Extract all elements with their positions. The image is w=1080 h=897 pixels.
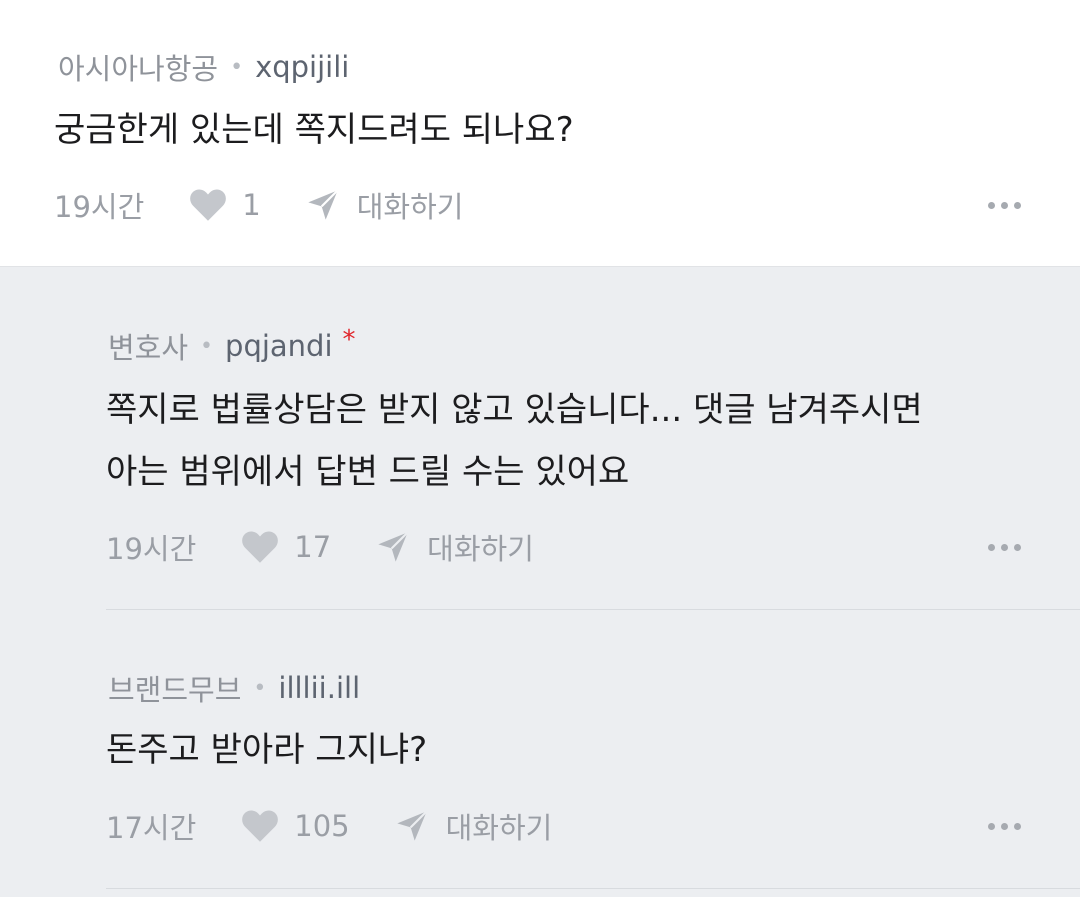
reply-text-line: 쪽지로 법률상담은 받지 않고 있습니다... 댓글 남겨주시면 bbox=[106, 390, 923, 430]
comment-text: 궁금한게 있는데 쪽지드려도 되나요? bbox=[54, 110, 574, 150]
heart-icon bbox=[242, 531, 279, 563]
reply-button[interactable]: 대화하기 bbox=[377, 526, 534, 568]
separator-dot: • bbox=[230, 54, 244, 80]
heart-icon bbox=[190, 189, 227, 221]
comment-author-line: 아시아나항공 • xqpijili bbox=[58, 46, 349, 88]
heart-icon bbox=[242, 810, 279, 842]
reply-text-line: 아는 범위에서 답변 드릴 수는 있어요 bbox=[106, 452, 630, 492]
author-title[interactable]: 브랜드무브 bbox=[108, 667, 241, 709]
separator-dot: • bbox=[253, 675, 267, 701]
like-button[interactable]: 1 bbox=[190, 188, 261, 222]
more-dots-icon bbox=[988, 823, 995, 830]
divider bbox=[106, 609, 1080, 610]
reply-label: 대화하기 bbox=[427, 532, 534, 566]
more-dots-icon bbox=[988, 202, 995, 209]
more-dots-icon bbox=[988, 544, 995, 551]
author-nickname[interactable]: pqjandi bbox=[225, 329, 333, 363]
author-title[interactable]: 아시아나항공 bbox=[58, 46, 218, 88]
more-options-button[interactable] bbox=[988, 823, 1021, 830]
author-nickname[interactable]: xqpijili bbox=[255, 50, 349, 84]
author-nickname[interactable]: illlii.ill bbox=[278, 671, 360, 705]
like-count: 105 bbox=[294, 809, 350, 843]
reply-author-line: 변호사 • pqjandi * bbox=[108, 325, 356, 367]
author-badge: * bbox=[342, 325, 356, 355]
comment-meta: 19시간 1 대화하기 bbox=[54, 184, 463, 226]
comment-time: 19시간 bbox=[54, 190, 145, 224]
send-icon bbox=[308, 189, 339, 220]
reply-text-line: 돈주고 받아라 그지냐? bbox=[106, 730, 428, 770]
reply-button[interactable]: 대화하기 bbox=[307, 184, 464, 226]
reply-time: 17시간 bbox=[106, 811, 197, 845]
comment-card: 아시아나항공 • xqpijili 궁금한게 있는데 쪽지드려도 되나요? 19… bbox=[0, 0, 1080, 267]
like-button[interactable]: 105 bbox=[242, 809, 350, 843]
reply-label: 대화하기 bbox=[356, 190, 464, 224]
like-count: 1 bbox=[242, 188, 261, 222]
reply-label: 대화하기 bbox=[445, 811, 553, 845]
like-count: 17 bbox=[294, 530, 332, 564]
separator-dot: • bbox=[200, 333, 214, 359]
reply-time: 19시간 bbox=[106, 532, 197, 566]
more-options-button[interactable] bbox=[988, 544, 1021, 551]
reply-meta: 19시간 17 대화하기 bbox=[106, 526, 534, 568]
reply-author-line: 브랜드무브 • illlii.ill bbox=[108, 667, 360, 709]
send-icon bbox=[396, 810, 428, 841]
like-button[interactable]: 17 bbox=[242, 530, 331, 564]
reply-meta: 17시간 105 대화하기 bbox=[106, 805, 552, 847]
more-options-button[interactable] bbox=[988, 202, 1021, 209]
divider bbox=[106, 888, 1080, 889]
reply-button[interactable]: 대화하기 bbox=[396, 805, 553, 847]
send-icon bbox=[378, 531, 409, 562]
author-title[interactable]: 변호사 bbox=[108, 325, 188, 367]
